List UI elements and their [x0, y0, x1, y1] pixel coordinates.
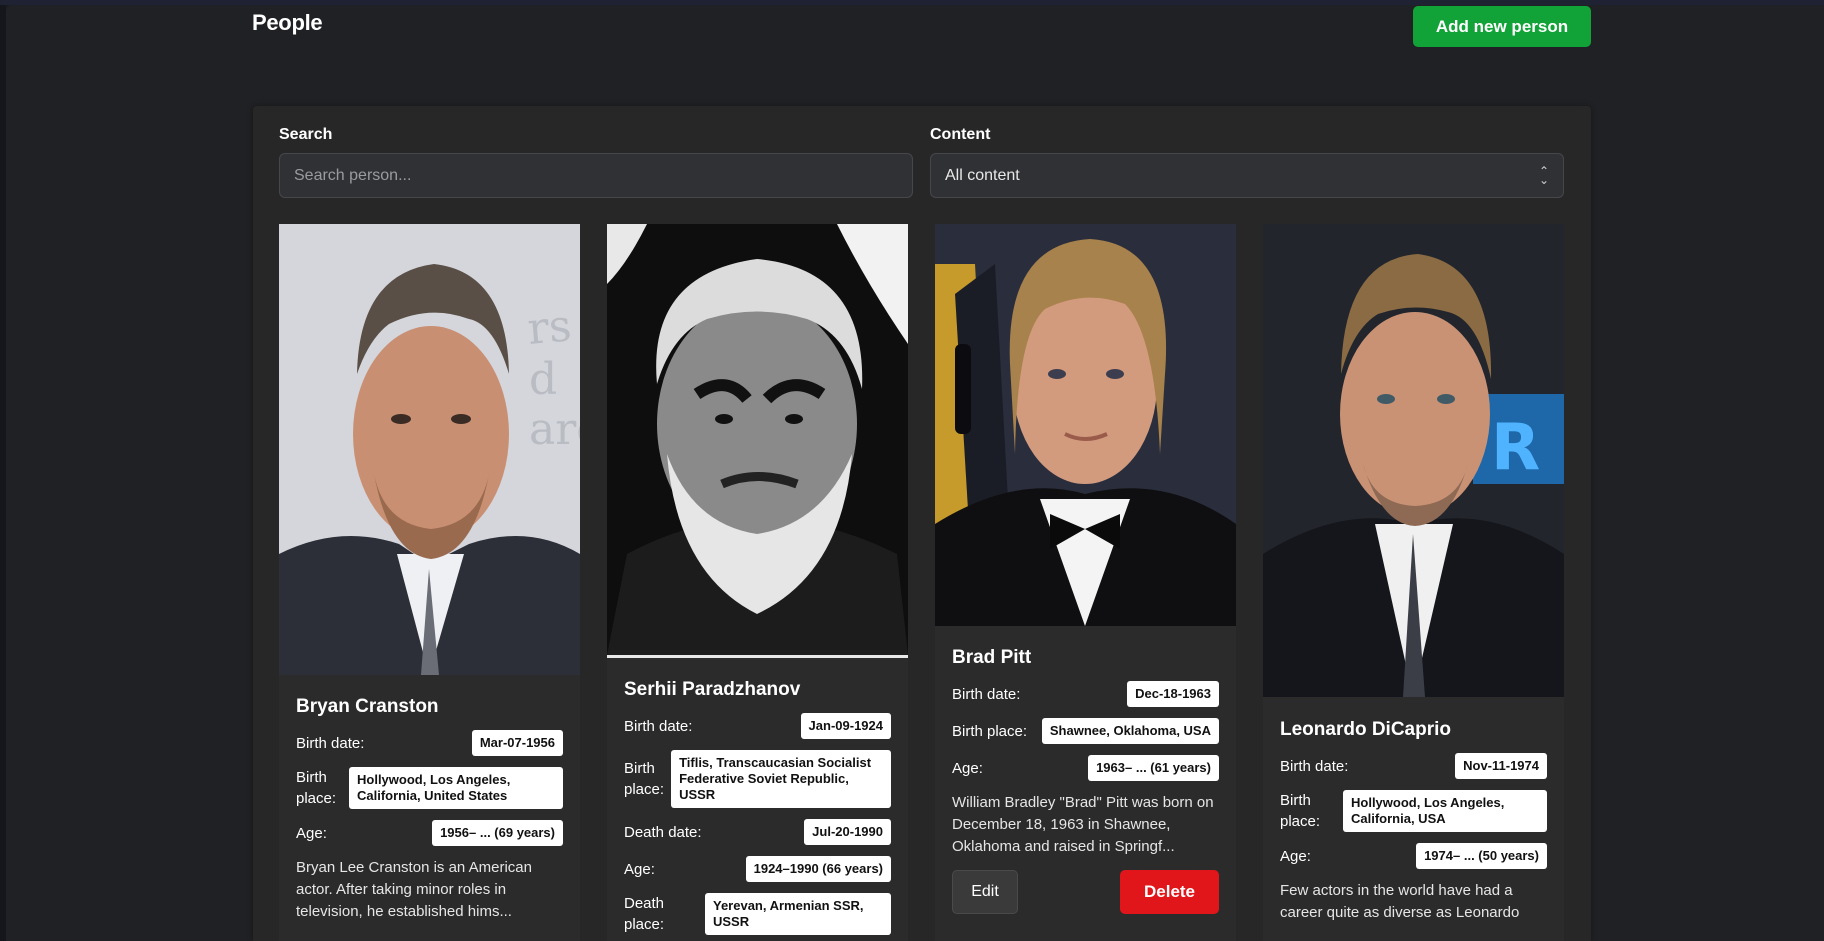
death-date-label: Death date:	[624, 823, 702, 841]
person-photo	[935, 224, 1236, 626]
birth-date-row: Birth date: Dec-18-1963	[952, 681, 1219, 707]
age-row: Age: 1974– ... (50 years)	[1280, 843, 1547, 869]
person-name: Leonardo DiCaprio	[1280, 719, 1452, 740]
person-card[interactable]: Brad Pitt Birth date: Dec-18-1963 Birth …	[935, 224, 1236, 941]
svg-text:ard: ard	[529, 404, 580, 455]
content-label: Content	[930, 126, 991, 143]
birth-place-row: Birth place: Tiflis, Transcaucasian Soci…	[624, 750, 891, 808]
age-badge: 1963– ... (61 years)	[1088, 755, 1219, 781]
person-name: Serhii Paradzhanov	[624, 679, 801, 700]
birth-date-badge: Nov-11-1974	[1455, 753, 1547, 779]
person-info: Serhii Paradzhanov Birth date: Jan-09-19…	[624, 679, 891, 941]
age-label: Age:	[296, 824, 327, 842]
edit-button[interactable]: Edit	[952, 870, 1018, 914]
age-label: Age:	[624, 860, 655, 878]
birth-date-label: Birth date:	[624, 717, 693, 735]
search-label: Search	[279, 126, 333, 143]
death-date-badge: Jul-20-1990	[804, 819, 891, 845]
birth-date-row: Birth date: Mar-07-1956	[296, 730, 563, 756]
person-description: Few actors in the world have had a caree…	[1280, 882, 1520, 921]
delete-button[interactable]: Delete	[1120, 870, 1219, 914]
person-photo: R	[1263, 224, 1564, 697]
birth-place-row: Birth place: Hollywood, Los Angeles, Cal…	[296, 767, 563, 809]
birth-place-badge: Hollywood, Los Angeles, California, Unit…	[349, 767, 563, 809]
svg-text:rs: rs	[526, 300, 574, 355]
death-date-row: Death date: Jul-20-1990	[624, 819, 891, 845]
death-place-label: Death place:	[624, 895, 665, 933]
page-title: People	[252, 10, 323, 35]
age-row: Age: 1924–1990 (66 years)	[624, 856, 891, 882]
birth-place-row: Birth place: Shawnee, Oklahoma, USA	[952, 718, 1219, 744]
person-name: Brad Pitt	[952, 647, 1032, 668]
birth-date-label: Birth date:	[296, 734, 365, 752]
birth-date-row: Birth date: Jan-09-1924	[624, 713, 891, 739]
age-badge: 1974– ... (50 years)	[1416, 843, 1547, 869]
search-input[interactable]: Search person...	[279, 153, 913, 198]
birth-place-label: Birth place:	[952, 722, 1028, 740]
age-badge: 1924–1990 (66 years)	[745, 856, 891, 882]
death-place-row: Death place: Yerevan, Armenian SSR, USSR	[624, 893, 891, 935]
birth-date-row: Birth date: Nov-11-1974	[1280, 753, 1547, 779]
birth-date-badge: Mar-07-1956	[471, 730, 563, 756]
person-info: Brad Pitt Birth date: Dec-18-1963 Birth …	[952, 647, 1219, 914]
content-select-value: All content	[945, 166, 1020, 184]
age-label: Age:	[952, 759, 983, 777]
birth-place-row: Birth place: Hollywood, Los Angeles, Cal…	[1280, 790, 1547, 832]
birth-place-label: Birth place:	[624, 760, 665, 798]
birth-date-badge: Jan-09-1924	[800, 713, 891, 739]
birth-date-label: Birth date:	[1280, 757, 1349, 775]
person-name: Bryan Cranston	[296, 696, 439, 717]
age-row: Age: 1956– ... (69 years)	[296, 820, 563, 846]
person-description: William Bradley "Brad" Pitt was born on …	[952, 794, 1214, 855]
person-card[interactable]: R Leonardo DiCaprio Birth date: Nov-11-1…	[1263, 224, 1564, 941]
content-select[interactable]: All content ⌃ ⌄	[930, 153, 1564, 198]
svg-text:d: d	[529, 354, 557, 405]
person-card[interactable]: Serhii Paradzhanov Birth date: Jan-09-19…	[607, 224, 908, 941]
search-placeholder: Search person...	[294, 166, 412, 184]
birth-date-label: Birth date:	[952, 685, 1021, 703]
add-new-person-button[interactable]: Add new person	[1413, 6, 1591, 47]
birth-place-badge: Tiflis, Transcaucasian Socialist Federat…	[671, 750, 891, 808]
svg-text:R: R	[1491, 411, 1540, 485]
person-photo	[607, 224, 908, 658]
birth-place-badge: Shawnee, Oklahoma, USA	[1041, 718, 1219, 744]
age-row: Age: 1963– ... (61 years)	[952, 755, 1219, 781]
birth-date-badge: Dec-18-1963	[1127, 681, 1219, 707]
death-place-badge: Yerevan, Armenian SSR, USSR	[705, 893, 891, 935]
person-photo: rs d ard	[279, 224, 580, 675]
person-description: Bryan Lee Cranston is an American actor.…	[296, 859, 532, 920]
age-badge: 1956– ... (69 years)	[432, 820, 563, 846]
person-info: Bryan Cranston Birth date: Mar-07-1956 B…	[296, 696, 563, 923]
person-card[interactable]: rs d ard Bryan Cranston Birth date: Mar-…	[279, 224, 580, 941]
person-info: Leonardo DiCaprio Birth date: Nov-11-197…	[1280, 719, 1547, 924]
card-actions: Edit Delete	[952, 870, 1219, 914]
birth-place-badge: Hollywood, Los Angeles, California, USA	[1343, 790, 1547, 832]
chevron-up-down-icon: ⌃ ⌄	[1538, 163, 1549, 187]
birth-place-label: Birth place:	[296, 769, 337, 807]
birth-place-label: Birth place:	[1280, 792, 1321, 830]
age-label: Age:	[1280, 847, 1311, 865]
